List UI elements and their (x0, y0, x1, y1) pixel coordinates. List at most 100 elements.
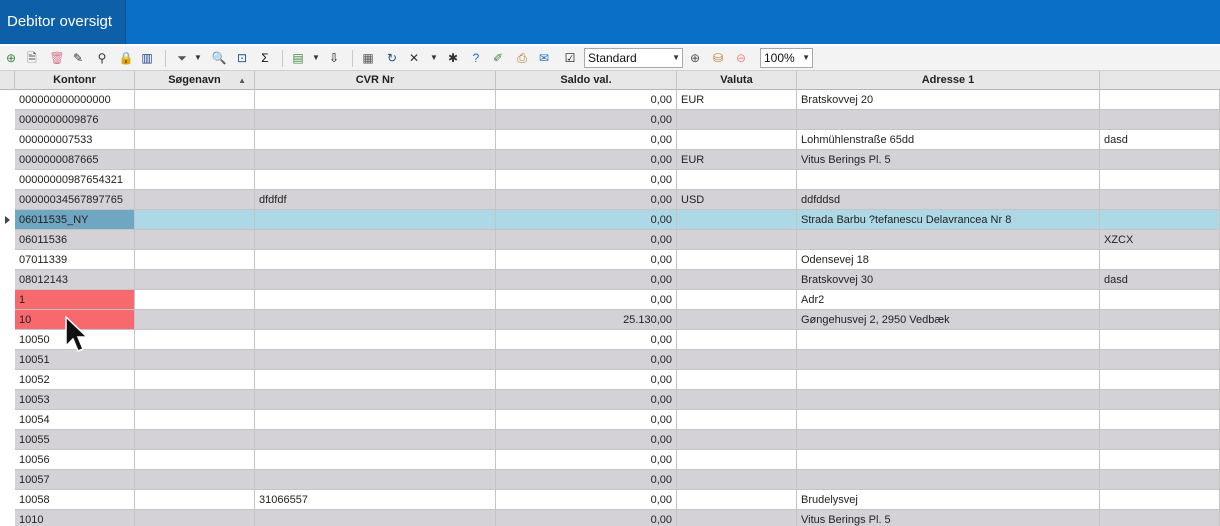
cell-cvr[interactable] (255, 430, 496, 450)
row-indicator[interactable] (0, 410, 15, 430)
cell-cvr[interactable] (255, 470, 496, 490)
columns-icon[interactable]: ▥ (139, 50, 155, 66)
cell-extra[interactable] (1100, 330, 1220, 350)
row-indicator[interactable] (0, 490, 15, 510)
cell-valuta[interactable] (677, 470, 797, 490)
inbox-icon[interactable]: ✉ (536, 50, 552, 66)
cell-extra[interactable] (1100, 110, 1220, 130)
cell-saldo[interactable]: 0,00 (496, 370, 677, 390)
table-row[interactable]: 10052 0,00 (0, 370, 1220, 390)
print-icon[interactable]: ⎙ (514, 50, 530, 66)
cell-soegenavn[interactable] (135, 190, 255, 210)
table-row[interactable]: 0000000087665 0,00 EUR Vitus Berings Pl. 5 (0, 150, 1220, 170)
cell-kontonr[interactable]: 000000000000000 (15, 90, 135, 110)
cell-kontonr[interactable]: 1 (15, 290, 135, 310)
edit-pencil-icon[interactable]: ✎ (70, 50, 86, 66)
table-row[interactable]: 06011536 0,00 XZCX (0, 230, 1220, 250)
table-row[interactable]: 07011339 0,00 Odensevej 18 (0, 250, 1220, 270)
cell-soegenavn[interactable] (135, 90, 255, 110)
table-row[interactable]: 08012143 0,00 Bratskovvej 30 dasd (0, 270, 1220, 290)
row-indicator[interactable] (0, 350, 15, 370)
cell-adresse1[interactable]: Brudelysvej (797, 490, 1100, 510)
cell-kontonr[interactable]: 10056 (15, 450, 135, 470)
row-indicator[interactable] (0, 430, 15, 450)
tab-debitor-oversigt[interactable]: Debitor oversigt (0, 0, 126, 44)
cell-soegenavn[interactable] (135, 350, 255, 370)
cell-extra[interactable] (1100, 370, 1220, 390)
cell-saldo[interactable]: 0,00 (496, 290, 677, 310)
cell-cvr[interactable] (255, 230, 496, 250)
table-row[interactable]: 1 0,00 Adr2 (0, 290, 1220, 310)
row-indicator[interactable] (0, 130, 15, 150)
cell-extra[interactable] (1100, 390, 1220, 410)
header-cvr[interactable]: CVR Nr (255, 71, 496, 90)
cell-valuta[interactable] (677, 410, 797, 430)
table-row[interactable]: 10051 0,00 (0, 350, 1220, 370)
cell-soegenavn[interactable] (135, 310, 255, 330)
cell-saldo[interactable]: 0,00 (496, 470, 677, 490)
cell-saldo[interactable]: 0,00 (496, 510, 677, 526)
cell-adresse1[interactable]: Lohmühlenstraße 65dd (797, 130, 1100, 150)
cell-cvr[interactable] (255, 90, 496, 110)
row-indicator[interactable] (0, 310, 15, 330)
cell-valuta[interactable]: EUR (677, 90, 797, 110)
row-indicator[interactable] (0, 90, 15, 110)
table-row[interactable]: 000000007533 0,00 Lohmühlenstraße 65dd dasd (0, 130, 1220, 150)
header-kontonr[interactable]: Kontonr (15, 71, 135, 90)
cell-valuta[interactable] (677, 330, 797, 350)
cell-soegenavn[interactable] (135, 150, 255, 170)
row-indicator[interactable] (0, 250, 15, 270)
cell-saldo[interactable]: 0,00 (496, 350, 677, 370)
cell-valuta[interactable] (677, 390, 797, 410)
table-row[interactable]: 1010 0,00 Vitus Berings Pl. 5 (0, 510, 1220, 526)
cell-valuta[interactable] (677, 210, 797, 230)
cell-cvr[interactable] (255, 330, 496, 350)
lock-icon[interactable]: 🔒 (118, 50, 134, 66)
cell-adresse1[interactable] (797, 110, 1100, 130)
cell-cvr[interactable] (255, 390, 496, 410)
header-extra[interactable] (1100, 71, 1220, 90)
notes-icon[interactable]: ✐ (490, 50, 506, 66)
cell-adresse1[interactable]: Gøngehusvej 2, 2950 Vedbæk (797, 310, 1100, 330)
layout-select[interactable]: Standard ▼ (584, 48, 683, 68)
cell-saldo[interactable]: 0,00 (496, 150, 677, 170)
cell-soegenavn[interactable] (135, 250, 255, 270)
cell-saldo[interactable]: 0,00 (496, 490, 677, 510)
cell-soegenavn[interactable] (135, 270, 255, 290)
tools-dropdown-icon[interactable]: ▼ (430, 50, 438, 66)
cell-kontonr[interactable]: 08012143 (15, 270, 135, 290)
search-icon[interactable]: 🔍 (211, 50, 227, 66)
cell-cvr[interactable] (255, 450, 496, 470)
delete-icon[interactable]: 🗑 (49, 50, 65, 66)
tools-icon[interactable]: ✕ (406, 50, 422, 66)
cell-adresse1[interactable] (797, 430, 1100, 450)
row-indicator[interactable] (0, 470, 15, 490)
cell-soegenavn[interactable] (135, 370, 255, 390)
table-row[interactable]: 10056 0,00 (0, 450, 1220, 470)
cell-soegenavn[interactable] (135, 330, 255, 350)
header-valuta[interactable]: Valuta (677, 71, 797, 90)
cell-extra[interactable] (1100, 290, 1220, 310)
table-row[interactable]: 10 25.130,00 Gøngehusvej 2, 2950 Vedbæk (0, 310, 1220, 330)
row-indicator[interactable] (0, 450, 15, 470)
table-row[interactable]: 000000000000000 0,00 EUR Bratskovvej 20 (0, 90, 1220, 110)
cell-cvr[interactable] (255, 410, 496, 430)
cell-valuta[interactable] (677, 230, 797, 250)
cell-soegenavn[interactable] (135, 510, 255, 526)
cell-kontonr[interactable]: 06011535_NY (15, 210, 135, 230)
cell-saldo[interactable]: 0,00 (496, 130, 677, 150)
filter-icon[interactable]: ⏷ (174, 50, 190, 66)
row-indicator[interactable] (0, 510, 15, 526)
row-indicator[interactable] (0, 230, 15, 250)
export-icon[interactable]: ▤ (290, 50, 306, 66)
row-indicator[interactable] (0, 110, 15, 130)
cell-cvr[interactable] (255, 250, 496, 270)
database-icon[interactable]: ⛁ (710, 50, 726, 66)
cell-valuta[interactable] (677, 490, 797, 510)
cell-soegenavn[interactable] (135, 110, 255, 130)
cell-valuta[interactable]: EUR (677, 150, 797, 170)
cell-soegenavn[interactable] (135, 430, 255, 450)
cell-cvr[interactable] (255, 170, 496, 190)
cell-adresse1[interactable]: ddfddsd (797, 190, 1100, 210)
cell-adresse1[interactable] (797, 410, 1100, 430)
